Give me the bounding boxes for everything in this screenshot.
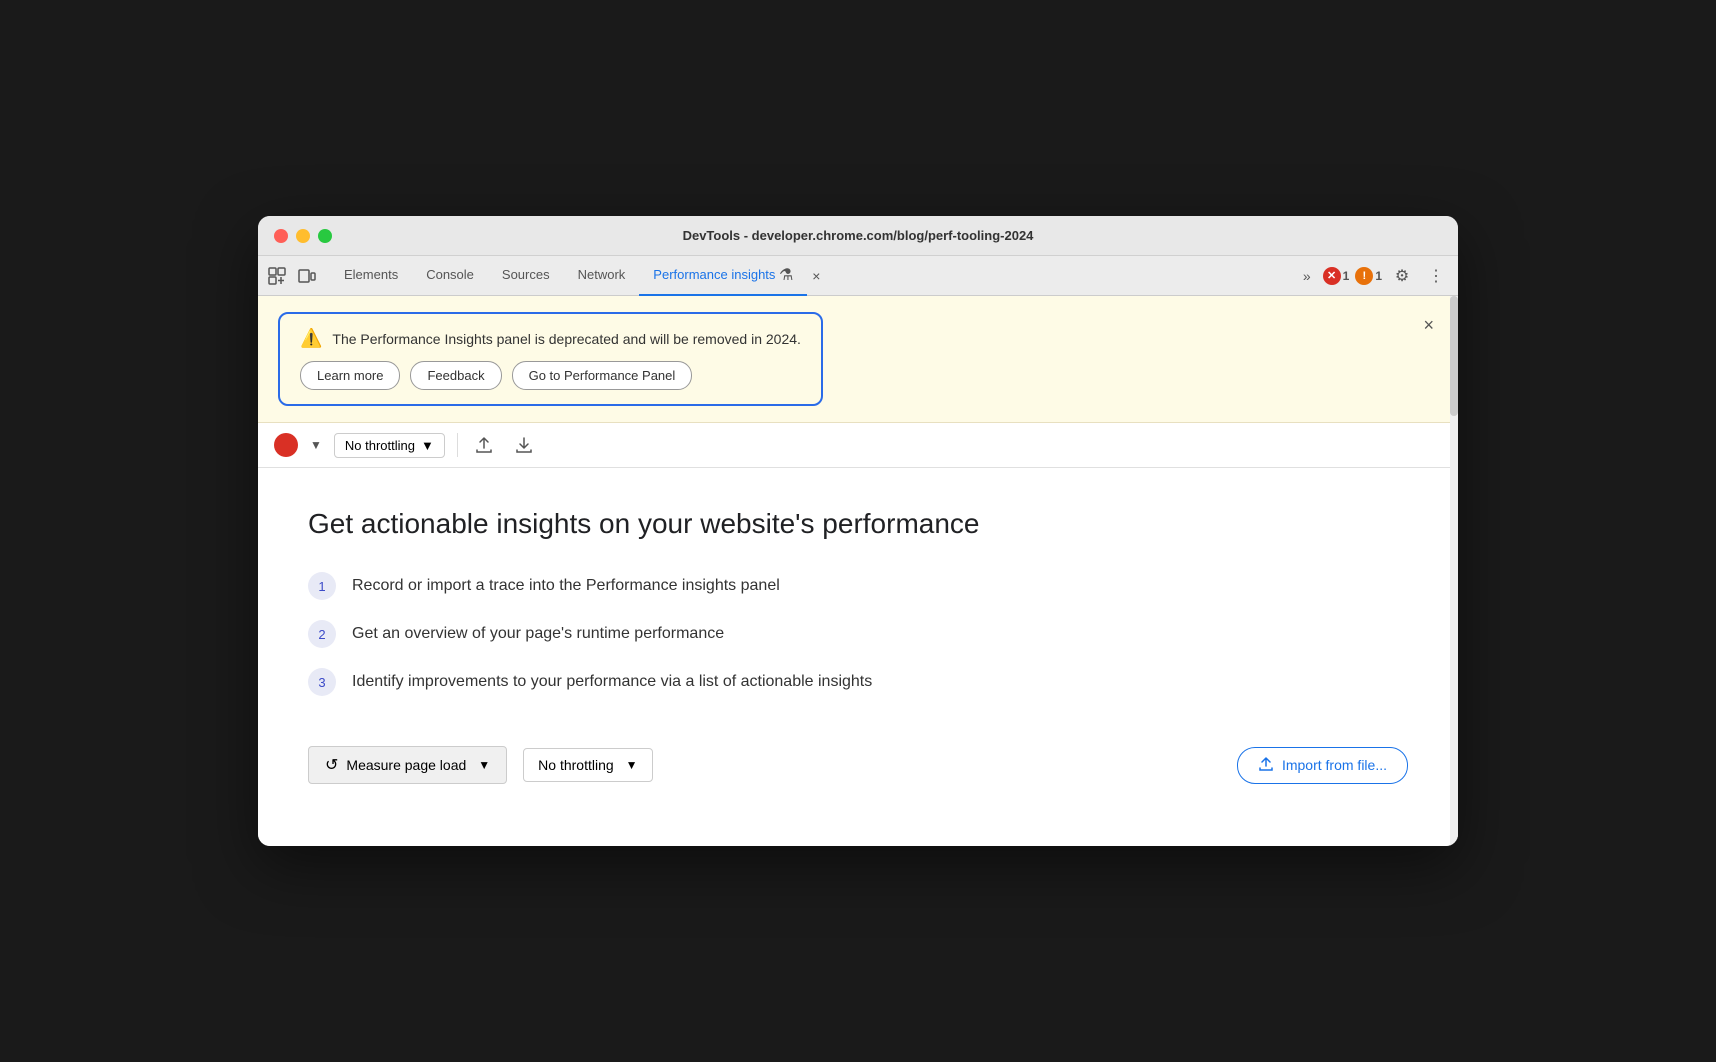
inspector-icon[interactable] bbox=[266, 265, 288, 287]
close-traffic-light[interactable] bbox=[274, 229, 288, 243]
tab-performance-insights[interactable]: Performance insights ⚗ bbox=[639, 256, 807, 296]
tab-console[interactable]: Console bbox=[412, 256, 488, 296]
measure-page-load-button[interactable]: ↺ Measure page load ▼ bbox=[308, 746, 507, 784]
step-text-2: Get an overview of your page's runtime p… bbox=[352, 625, 724, 643]
title-bar: DevTools - developer.chrome.com/blog/per… bbox=[258, 216, 1458, 256]
step-item-2: 2 Get an overview of your page's runtime… bbox=[308, 620, 1408, 648]
toolbar-divider bbox=[457, 433, 458, 457]
error-badge-orange[interactable]: ! 1 bbox=[1355, 267, 1382, 285]
more-tabs-button[interactable]: » bbox=[1297, 264, 1317, 288]
main-title: Get actionable insights on your website'… bbox=[308, 508, 1408, 540]
step-item-3: 3 Identify improvements to your performa… bbox=[308, 668, 1408, 696]
panel-content: ⚠️ The Performance Insights panel is dep… bbox=[258, 296, 1458, 846]
banner-message: ⚠️ The Performance Insights panel is dep… bbox=[300, 328, 801, 349]
tab-bar-right: » ✕ 1 ! 1 ⚙ ⋮ bbox=[1297, 262, 1450, 290]
feedback-button[interactable]: Feedback bbox=[410, 361, 501, 390]
scrollbar[interactable] bbox=[1450, 296, 1458, 846]
record-button[interactable] bbox=[274, 433, 298, 457]
devtools-window: DevTools - developer.chrome.com/blog/per… bbox=[258, 216, 1458, 846]
banner-highlighted-box: ⚠️ The Performance Insights panel is dep… bbox=[278, 312, 823, 406]
throttling-bottom-arrow-icon: ▼ bbox=[626, 758, 638, 772]
settings-button[interactable]: ⚙ bbox=[1388, 262, 1416, 290]
scrollbar-thumb[interactable] bbox=[1450, 296, 1458, 416]
devtools-icons bbox=[266, 265, 318, 287]
learn-more-button[interactable]: Learn more bbox=[300, 361, 400, 390]
bottom-actions: ↺ Measure page load ▼ No throttling ▼ bbox=[308, 746, 1408, 784]
deprecation-banner: ⚠️ The Performance Insights panel is dep… bbox=[258, 296, 1458, 423]
tab-close-button[interactable]: × bbox=[807, 267, 825, 285]
banner-close-button[interactable]: × bbox=[1419, 312, 1438, 338]
throttling-select-bottom[interactable]: No throttling ▼ bbox=[523, 748, 652, 782]
error-icon: ✕ bbox=[1323, 267, 1341, 285]
window-title: DevTools - developer.chrome.com/blog/per… bbox=[683, 228, 1034, 243]
minimize-traffic-light[interactable] bbox=[296, 229, 310, 243]
warning-badge-icon: ! bbox=[1355, 267, 1373, 285]
step-number-1: 1 bbox=[308, 572, 336, 600]
step-number-3: 3 bbox=[308, 668, 336, 696]
throttling-select[interactable]: No throttling ▼ bbox=[334, 433, 445, 458]
device-toggle-icon[interactable] bbox=[296, 265, 318, 287]
measure-dropdown-arrow[interactable]: ▼ bbox=[478, 758, 490, 772]
tab-bar: Elements Console Sources Network Perform… bbox=[258, 256, 1458, 296]
steps-list: 1 Record or import a trace into the Perf… bbox=[308, 572, 1408, 696]
performance-insights-icon: ⚗ bbox=[779, 265, 793, 285]
import-icon bbox=[1258, 756, 1274, 775]
maximize-traffic-light[interactable] bbox=[318, 229, 332, 243]
main-content: Get actionable insights on your website'… bbox=[258, 468, 1458, 824]
traffic-lights bbox=[274, 229, 332, 243]
tab-sources[interactable]: Sources bbox=[488, 256, 564, 296]
step-number-2: 2 bbox=[308, 620, 336, 648]
panel-toolbar: ▼ No throttling ▼ bbox=[258, 423, 1458, 468]
error-badge-red[interactable]: ✕ 1 bbox=[1323, 267, 1350, 285]
step-text-1: Record or import a trace into the Perfor… bbox=[352, 577, 780, 595]
upload-button[interactable] bbox=[470, 431, 498, 459]
more-menu-button[interactable]: ⋮ bbox=[1422, 262, 1450, 290]
step-item-1: 1 Record or import a trace into the Perf… bbox=[308, 572, 1408, 600]
banner-actions: Learn more Feedback Go to Performance Pa… bbox=[300, 361, 801, 390]
refresh-icon: ↺ bbox=[325, 755, 338, 775]
warning-triangle-icon: ⚠️ bbox=[300, 328, 322, 349]
record-dropdown-arrow[interactable]: ▼ bbox=[310, 438, 322, 452]
step-text-3: Identify improvements to your performanc… bbox=[352, 673, 872, 691]
import-from-file-button[interactable]: Import from file... bbox=[1237, 747, 1408, 784]
tab-network[interactable]: Network bbox=[564, 256, 640, 296]
download-button[interactable] bbox=[510, 431, 538, 459]
tab-elements[interactable]: Elements bbox=[330, 256, 412, 296]
throttling-arrow-icon: ▼ bbox=[421, 438, 434, 453]
go-to-performance-panel-button[interactable]: Go to Performance Panel bbox=[512, 361, 693, 390]
